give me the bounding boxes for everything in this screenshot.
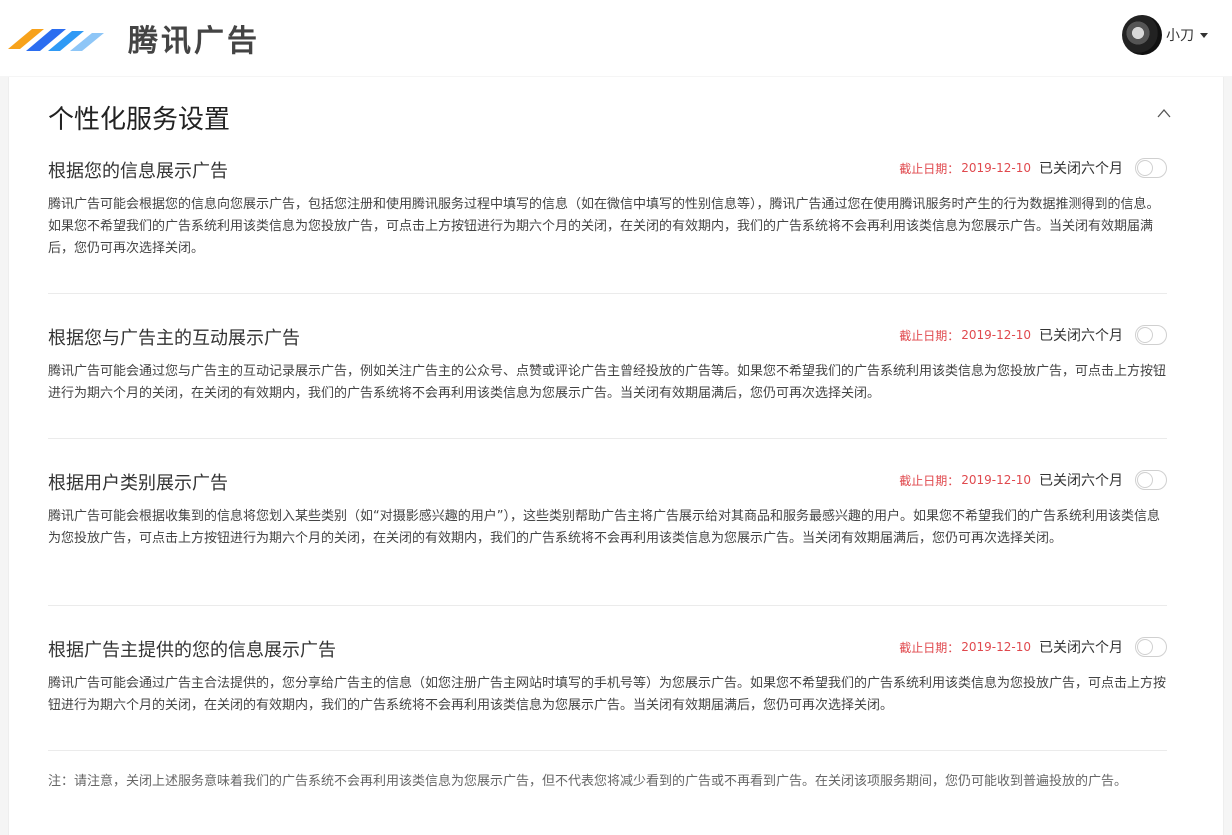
user-name[interactable]: 小刀 — [1166, 25, 1194, 45]
logo-text: 腾讯广告 — [128, 24, 260, 59]
deadline-date: 2019-12-10 — [961, 161, 1031, 175]
section-description: 腾讯广告可能会通过您与广告主的互动记录展示广告，例如关注广告主的公众号、点赞或评… — [48, 364, 1167, 401]
section-description: 腾讯广告可能会根据收集到的信息将您划入某些类别（如“对摄影感兴趣的用户”），这些… — [48, 509, 1160, 546]
deadline-date: 2019-12-10 — [961, 640, 1031, 654]
section-description: 腾讯广告可能会根据您的信息向您展示广告，包括您注册和使用腾讯服务过程中填写的信息… — [48, 197, 1160, 256]
toggle-switch[interactable] — [1135, 470, 1167, 490]
divider — [48, 293, 1167, 294]
toggle-switch[interactable] — [1135, 158, 1167, 178]
status-text: 已关闭六个月 — [1039, 473, 1123, 489]
section-controls: 截止日期： 2019-12-10 已关闭六个月 — [899, 636, 1167, 658]
section-controls: 截止日期： 2019-12-10 已关闭六个月 — [899, 469, 1167, 491]
settings-panel: 个性化服务设置 根据您的信息展示广告 截止日期： 2019-12-10 已关闭六… — [8, 77, 1224, 835]
toggle-switch[interactable] — [1135, 325, 1167, 345]
divider — [48, 605, 1167, 606]
top-bar: 腾讯广告 小刀 — [0, 0, 1232, 76]
deadline-label: 截止日期： — [899, 640, 960, 655]
footer-note: 注：请注意，关闭上述服务意味着我们的广告系统不会再利用该类信息为您展示广告，但不… — [48, 774, 1128, 789]
section-title: 根据您与广告主的互动展示广告 — [48, 328, 300, 349]
tencent-ads-logo-icon — [8, 29, 104, 51]
avatar[interactable] — [1122, 15, 1162, 55]
deadline-date: 2019-12-10 — [961, 328, 1031, 342]
user-menu[interactable]: 小刀 — [1122, 15, 1208, 55]
status-text: 已关闭六个月 — [1039, 328, 1123, 344]
divider — [48, 750, 1167, 751]
chevron-up-icon[interactable] — [1157, 107, 1171, 121]
deadline-label: 截止日期： — [899, 161, 960, 176]
section-title: 根据您的信息展示广告 — [48, 161, 228, 182]
section-controls: 截止日期： 2019-12-10 已关闭六个月 — [899, 324, 1167, 346]
status-text: 已关闭六个月 — [1039, 640, 1123, 656]
section-title: 根据用户类别展示广告 — [48, 473, 228, 494]
section-controls: 截止日期： 2019-12-10 已关闭六个月 — [899, 157, 1167, 179]
caret-down-icon[interactable] — [1200, 32, 1208, 38]
page-title: 个性化服务设置 — [48, 105, 231, 135]
logo[interactable]: 腾讯广告 — [6, 18, 260, 59]
toggle-switch[interactable] — [1135, 637, 1167, 657]
deadline-label: 截止日期： — [899, 473, 960, 488]
section-description: 腾讯广告可能会通过广告主合法提供的，您分享给广告主的信息（如您注册广告主网站时填… — [48, 676, 1167, 713]
deadline-label: 截止日期： — [899, 328, 960, 343]
deadline-date: 2019-12-10 — [961, 473, 1031, 487]
divider — [48, 438, 1167, 439]
section-title: 根据广告主提供的您的信息展示广告 — [48, 640, 336, 661]
status-text: 已关闭六个月 — [1039, 161, 1123, 177]
